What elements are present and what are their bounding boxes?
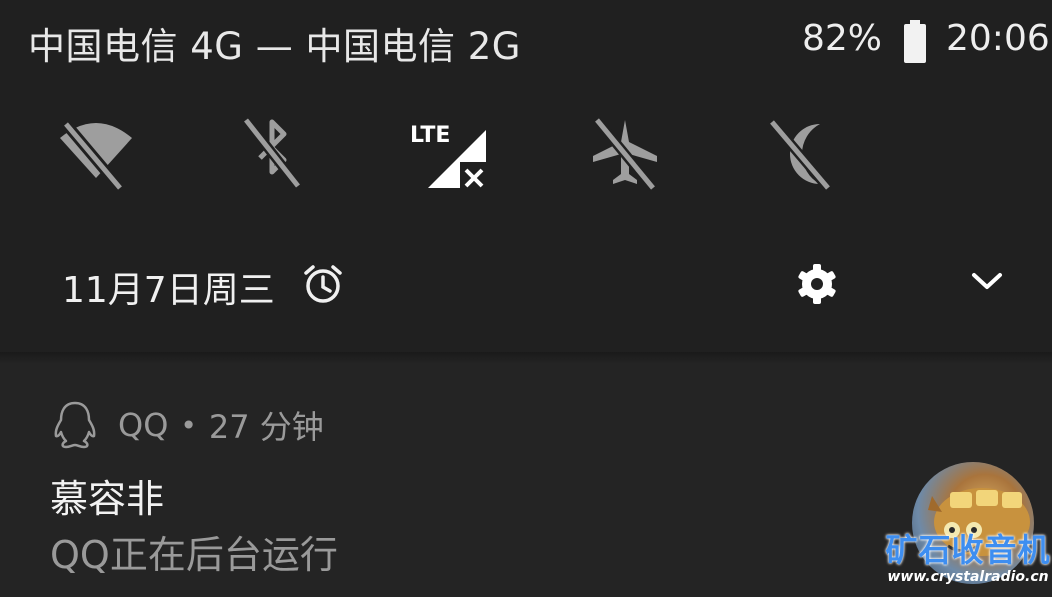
tile-bluetooth[interactable] bbox=[232, 112, 312, 192]
watermark: 矿石收音机 www.crystalradio.cn bbox=[884, 532, 1052, 597]
lte-label: LTE bbox=[410, 123, 450, 148]
mobile-data-lte-off-icon: LTE bbox=[410, 123, 490, 190]
panel-divider bbox=[0, 352, 1052, 364]
quick-settings-footer: 11月7日周三 bbox=[0, 235, 1052, 335]
status-bar: 中国电信 4G — 中国电信 2G 82% 20:06 bbox=[0, 0, 1052, 86]
watermark-url: www.crystalradio.cn bbox=[887, 569, 1049, 585]
status-clock: 20:06 bbox=[946, 18, 1050, 59]
notification-header: QQ • 27 分钟 bbox=[52, 400, 324, 450]
watermark-title: 矿石收音机 bbox=[885, 531, 1051, 569]
qq-penguin-icon bbox=[54, 401, 96, 449]
battery-icon bbox=[904, 20, 926, 63]
notification-title: 慕容非 bbox=[50, 477, 165, 521]
tile-mobile-data[interactable]: LTE bbox=[408, 112, 492, 192]
wifi-off-icon bbox=[60, 120, 132, 192]
tile-do-not-disturb[interactable] bbox=[762, 112, 842, 192]
battery-percent: 82% bbox=[802, 18, 883, 59]
airplane-mode-off-icon bbox=[593, 116, 657, 192]
notification-text: QQ正在后台运行 bbox=[50, 533, 338, 577]
chevron-down-icon[interactable] bbox=[968, 267, 1006, 295]
notification-time: 27 分钟 bbox=[208, 408, 324, 446]
bluetooth-off-icon bbox=[242, 116, 302, 190]
date-label[interactable]: 11月7日周三 bbox=[62, 261, 275, 313]
carrier-label: 中国电信 4G — 中国电信 2G bbox=[28, 25, 521, 68]
tile-airplane-mode[interactable] bbox=[585, 112, 665, 192]
gear-icon[interactable] bbox=[795, 262, 839, 306]
tile-wifi[interactable] bbox=[56, 112, 136, 192]
notification-separator: • bbox=[180, 408, 197, 442]
do-not-disturb-off-icon bbox=[768, 118, 832, 192]
alarm-clock-icon[interactable] bbox=[302, 263, 344, 305]
notification-app-name: QQ bbox=[118, 406, 169, 444]
quick-settings-tiles: LTE bbox=[0, 100, 1052, 210]
